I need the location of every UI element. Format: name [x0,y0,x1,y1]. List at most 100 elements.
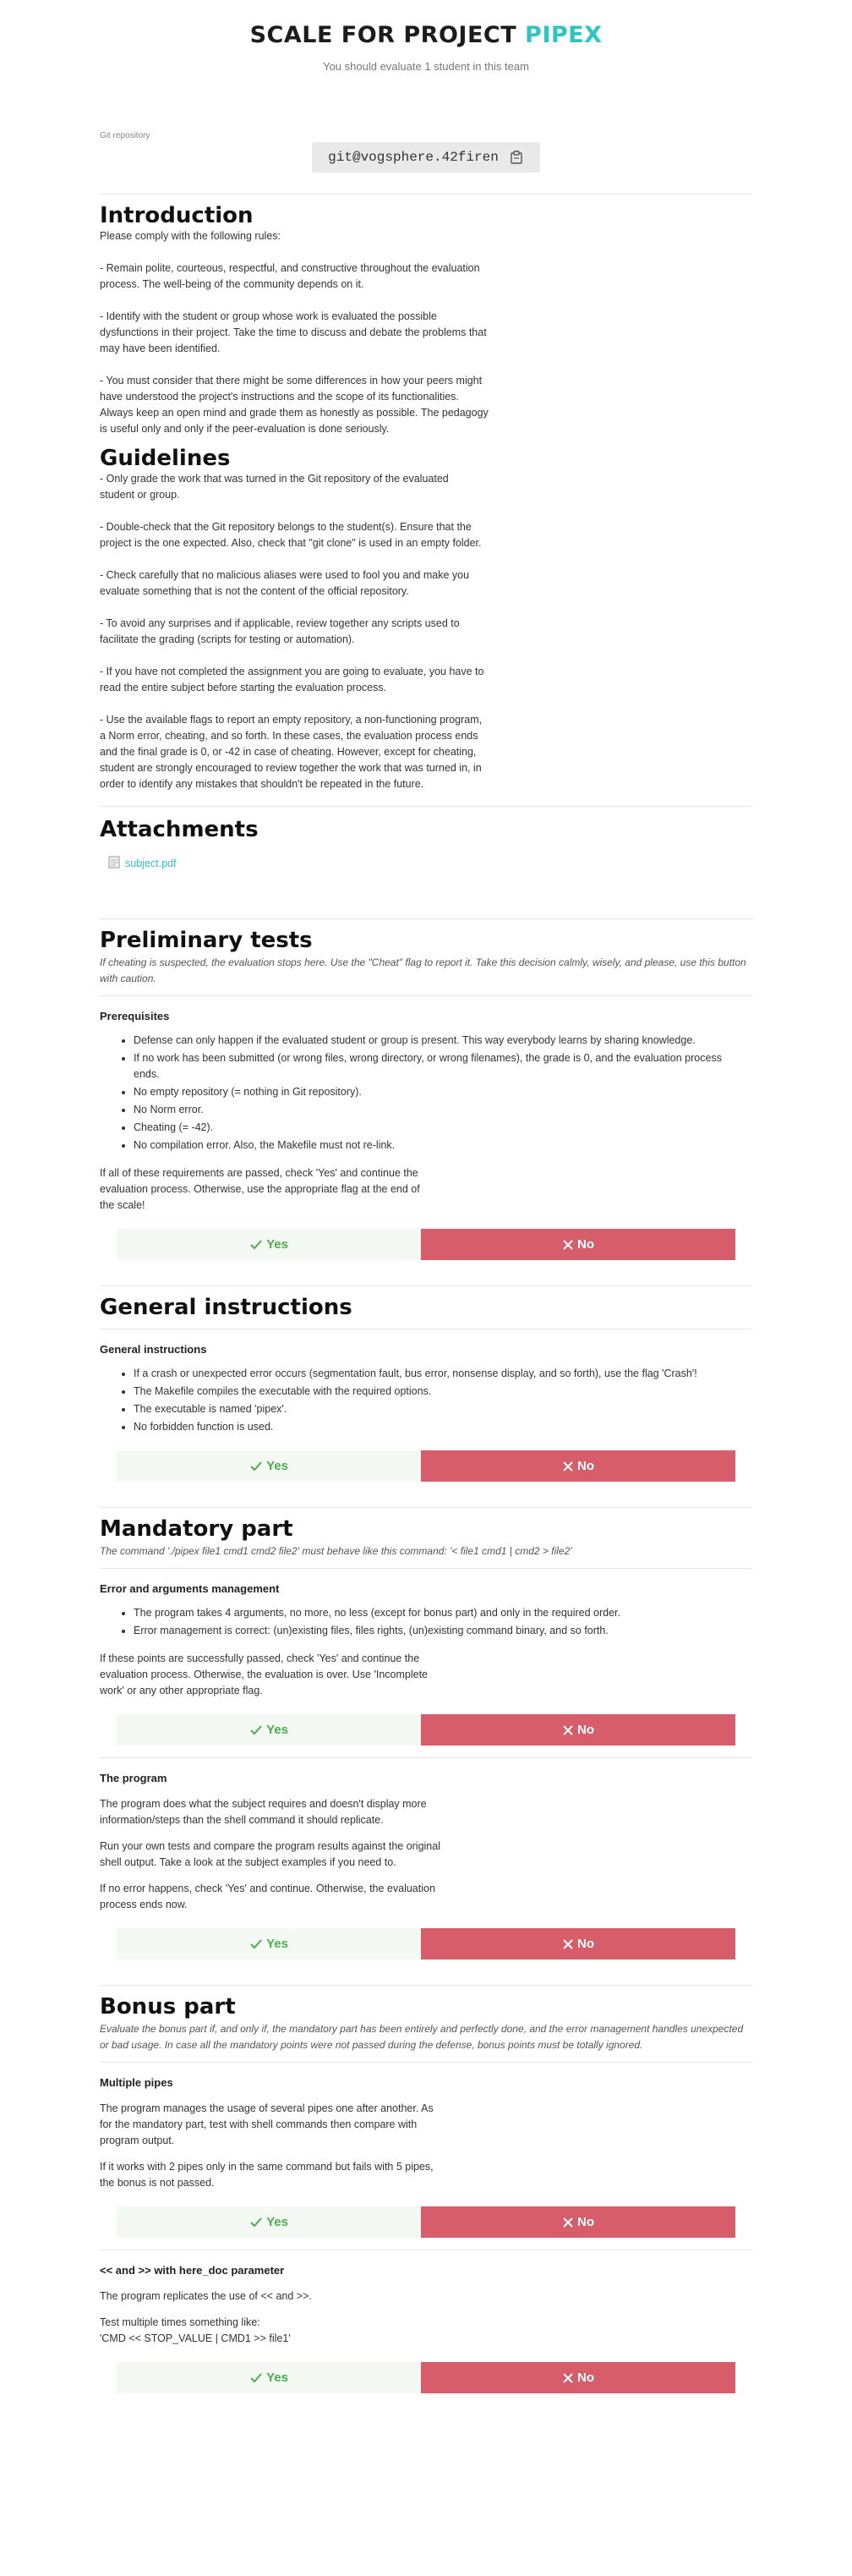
errors-instruction: If these points are successfully passed,… [100,1652,429,1696]
bonus-note: Evaluate the bonus part if, and only if,… [100,2023,744,2051]
general-section: General instructions General instruction… [100,1295,752,1482]
answer-buttons: Yes No [117,1450,735,1482]
divider [100,2062,752,2063]
yes-button[interactable]: Yes [117,2206,421,2238]
git-label: Git repository [100,131,150,140]
cross-icon [562,1724,574,1736]
no-button[interactable]: No [421,1450,735,1482]
yes-button[interactable]: Yes [117,1714,421,1746]
general-subtitle: General instructions [100,1343,207,1356]
no-button[interactable]: No [421,2206,735,2238]
page-header: SCALE FOR PROJECT PIPEX You should evalu… [0,0,852,85]
guideline-item: - If you have not completed the assignme… [100,666,484,693]
attachments-section: Attachments subject.pdf [100,817,752,871]
page-subtitle: You should evaluate 1 student in this te… [323,60,529,73]
check-icon [249,1938,263,1950]
divider [100,1985,752,1986]
check-icon [249,1239,263,1251]
list-item: Defense can only happen if the evaluated… [134,1033,725,1049]
heredoc-text: Test multiple times something like: 'CMD … [100,2316,291,2344]
general-list: If a crash or unexpected error occurs (s… [134,1366,725,1435]
guidelines-body: - Only grade the work that was turned in… [100,471,484,792]
git-url-box[interactable]: git@vogsphere.42firen [312,142,540,173]
guidelines-section: Guidelines - Only grade the work that wa… [100,446,752,792]
divider [100,918,752,919]
check-icon [249,2372,263,2384]
divider [100,1568,752,1569]
check-icon [249,1724,263,1736]
program-text: If no error happens, check 'Yes' and con… [100,1883,435,1910]
mandatory-note: The command './pipex file1 cmd1 cmd2 fil… [100,1545,572,1557]
introduction-lead: Please comply with the following rules: [100,230,281,242]
answer-buttons: Yes No [117,2206,735,2238]
list-item: No Norm error. [134,1102,725,1118]
check-icon [249,2217,263,2228]
preliminary-note: If cheating is suspected, the evaluation… [100,956,746,984]
cross-icon [562,1461,574,1472]
no-label: No [577,1937,594,1951]
list-item: The Makefile compiles the executable wit… [134,1384,725,1400]
list-item: Cheating (= -42). [134,1120,725,1136]
guideline-item: - Use the available flags to report an e… [100,714,483,790]
list-item: If a crash or unexpected error occurs (s… [134,1366,725,1382]
answer-buttons: Yes No [117,2362,735,2393]
mandatory-title: Mandatory part [100,1516,293,1542]
no-label: No [577,1459,594,1473]
guideline-item: - To avoid any surprises and if applicab… [100,617,460,645]
list-item: No empty repository (= nothing in Git re… [134,1084,725,1100]
yes-label: Yes [266,1937,288,1951]
answer-buttons: Yes No [117,1229,735,1260]
divider [100,1757,752,1758]
no-button[interactable]: No [421,1928,735,1959]
yes-label: Yes [266,2370,288,2385]
errors-list: The program takes 4 arguments, no more, … [134,1605,725,1639]
yes-button[interactable]: Yes [117,2362,421,2393]
bonus-title: Bonus part [100,1994,236,2020]
list-item: Error management is correct: (un)existin… [134,1623,725,1639]
divider [100,1285,752,1286]
pipes-text: The program manages the usage of several… [100,2102,434,2146]
git-url[interactable]: git@vogsphere.42firen [328,150,499,165]
yes-label: Yes [266,1459,288,1473]
guideline-item: - Check carefully that no malicious alia… [100,569,470,597]
introduction-rule: - You must consider that there might be … [100,375,489,435]
no-button[interactable]: No [421,1229,735,1260]
scale-content: Git repository git@vogsphere.42firen Int… [100,85,752,2393]
heredoc-text: The program replicates the use of << and… [100,2290,312,2302]
list-item: If no work has been submitted (or wrong … [134,1050,725,1082]
heredoc-title: << and >> with here_doc parameter [100,2264,285,2277]
no-label: No [577,2215,594,2229]
prerequisites-instruction: If all of these requirements are passed,… [100,1167,420,1211]
yes-button[interactable]: Yes [117,1450,421,1482]
yes-button[interactable]: Yes [117,1928,421,1959]
git-repository: Git repository git@vogsphere.42firen [100,131,752,173]
no-button[interactable]: No [421,2362,735,2393]
list-item: No forbidden function is used. [134,1419,725,1435]
divider [100,806,752,807]
cross-icon [562,2372,574,2384]
program-text: Run your own tests and compare the progr… [100,1840,440,1868]
divider [100,194,752,195]
no-button[interactable]: No [421,1714,735,1746]
preliminary-section: Preliminary tests If cheating is suspect… [100,928,752,1260]
attachment-item[interactable]: subject.pdf [108,856,752,871]
subject-pdf-link[interactable]: subject.pdf [125,858,176,869]
no-label: No [577,1723,594,1737]
yes-button[interactable]: Yes [117,1229,421,1260]
list-item: No compilation error. Also, the Makefile… [134,1137,725,1154]
check-icon [249,1461,263,1472]
preliminary-title: Preliminary tests [100,928,313,953]
yes-label: Yes [266,1237,288,1252]
cross-icon [562,1239,574,1251]
clipboard-icon[interactable] [509,150,524,165]
mandatory-section: Mandatory part The command './pipex file… [100,1516,752,1959]
page-title: SCALE FOR PROJECT PIPEX [249,22,603,48]
yes-label: Yes [266,2215,288,2229]
guideline-item: - Only grade the work that was turned in… [100,473,449,501]
introduction-rule: - Remain polite, courteous, respectful, … [100,262,480,290]
introduction-rule: - Identify with the student or group who… [100,310,487,354]
guideline-item: - Double-check that the Git repository b… [100,521,482,549]
yes-label: Yes [266,1723,288,1737]
introduction-section: Introduction Please comply with the foll… [100,203,752,437]
introduction-title: Introduction [100,203,254,228]
